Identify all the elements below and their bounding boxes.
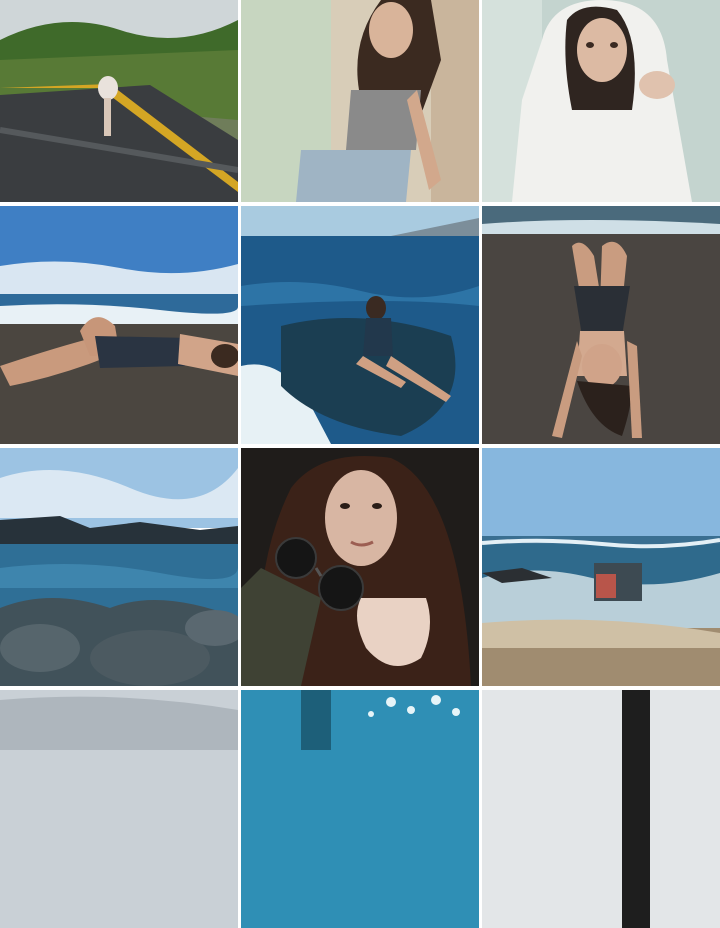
photo-tile-11[interactable]	[241, 690, 479, 928]
partial-pole-photo	[482, 690, 720, 928]
photo-tile-4[interactable]	[0, 206, 238, 444]
white-hoodie-photo	[482, 0, 720, 202]
ocean-sitting-photo	[241, 206, 479, 444]
road-runner-photo	[0, 0, 238, 202]
black-sand-photo	[482, 206, 720, 444]
photo-tile-12[interactable]	[482, 690, 720, 928]
sunglasses-portrait-photo	[241, 448, 479, 686]
photo-tile-3[interactable]	[482, 0, 720, 202]
partial-sky-photo	[0, 690, 238, 928]
photo-tile-5[interactable]	[241, 206, 479, 444]
photo-grid	[0, 0, 720, 928]
rocky-coast-photo	[0, 448, 238, 686]
photo-tile-7[interactable]	[0, 448, 238, 686]
photo-tile-1[interactable]	[0, 0, 238, 202]
wall-pose-photo	[241, 0, 479, 202]
photo-tile-8[interactable]	[241, 448, 479, 686]
photo-tile-10[interactable]	[0, 690, 238, 928]
photo-tile-9[interactable]	[482, 448, 720, 686]
partial-mural-photo	[241, 690, 479, 928]
beach-waves-photo	[482, 448, 720, 686]
beach-reclining-photo	[0, 206, 238, 444]
photo-tile-2[interactable]	[241, 0, 479, 202]
photo-tile-6[interactable]	[482, 206, 720, 444]
